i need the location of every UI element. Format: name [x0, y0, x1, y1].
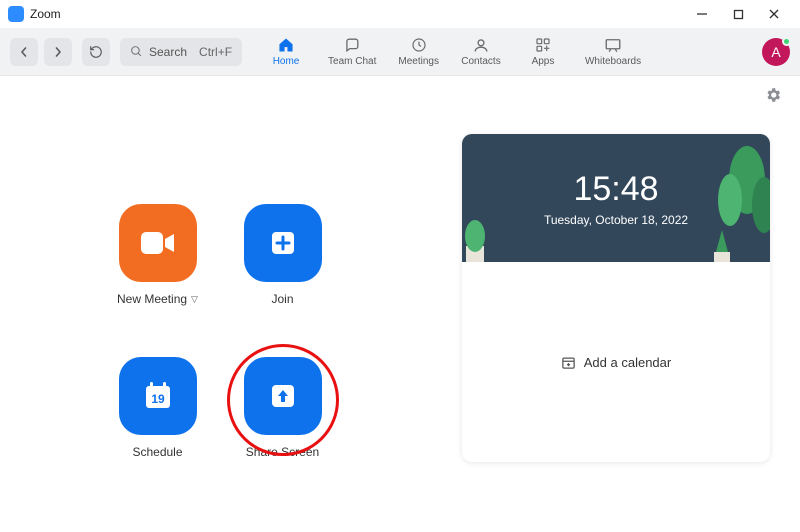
- contacts-icon: [472, 37, 490, 53]
- apps-icon: [534, 37, 552, 53]
- tab-apps[interactable]: Apps: [523, 37, 563, 67]
- clock-icon: [410, 37, 428, 53]
- chevron-down-icon[interactable]: ▽: [191, 294, 198, 305]
- schedule-label: Schedule: [132, 445, 182, 459]
- hero-banner: 15:48 Tuesday, October 18, 2022: [462, 134, 770, 262]
- plant-decoration-icon: [462, 216, 494, 262]
- plant-decoration-icon: [704, 224, 740, 262]
- history-button[interactable]: [82, 38, 110, 66]
- tab-meetings[interactable]: Meetings: [398, 37, 439, 67]
- calendar-day: 19: [151, 392, 165, 406]
- tab-contacts-label: Contacts: [461, 56, 500, 67]
- add-calendar-button[interactable]: Add a calendar: [561, 355, 671, 370]
- search-shortcut: Ctrl+F: [199, 45, 232, 59]
- search-placeholder: Search: [149, 45, 187, 59]
- home-icon: [277, 37, 295, 53]
- nav-back-button[interactable]: [10, 38, 38, 66]
- tab-team-chat[interactable]: Team Chat: [328, 37, 376, 67]
- gear-icon: [764, 86, 782, 104]
- avatar-initial: A: [771, 44, 780, 60]
- user-avatar[interactable]: A: [762, 38, 790, 66]
- settings-row: [0, 76, 800, 104]
- maximize-button[interactable]: [720, 3, 756, 25]
- main-content: New Meeting ▽ Join 19 Schedule Share Scr…: [0, 104, 800, 482]
- whiteboard-icon: [604, 37, 622, 53]
- share-screen-action[interactable]: Share Screen: [225, 357, 340, 462]
- calendar-icon: 19: [119, 357, 197, 435]
- plus-icon: [244, 204, 322, 282]
- minimize-button[interactable]: [684, 3, 720, 25]
- search-input[interactable]: Search Ctrl+F: [120, 38, 242, 66]
- schedule-action[interactable]: 19 Schedule: [100, 357, 215, 462]
- tab-whiteboards[interactable]: Whiteboards: [585, 37, 641, 67]
- chat-icon: [343, 37, 361, 53]
- window-title: Zoom: [30, 7, 61, 21]
- calendar-card: 15:48 Tuesday, October 18, 2022 Add a ca…: [462, 134, 770, 462]
- presence-indicator: [782, 37, 791, 46]
- calendar-plus-icon: [561, 355, 576, 370]
- add-calendar-label: Add a calendar: [584, 355, 671, 370]
- share-screen-icon: [244, 357, 322, 435]
- new-meeting-label: New Meeting: [117, 292, 187, 306]
- main-toolbar: Search Ctrl+F Home Team Chat Meetings: [0, 28, 800, 76]
- video-icon: [119, 204, 197, 282]
- new-meeting-action[interactable]: New Meeting ▽: [100, 204, 215, 309]
- actions-grid: New Meeting ▽ Join 19 Schedule Share Scr…: [100, 204, 340, 462]
- join-label: Join: [271, 292, 293, 306]
- nav-tabs: Home Team Chat Meetings Contacts Apps: [266, 37, 641, 67]
- calendar-body: Add a calendar: [462, 262, 770, 462]
- tab-whiteboards-label: Whiteboards: [585, 56, 641, 67]
- clock-time: 15:48: [573, 170, 658, 209]
- tab-team-chat-label: Team Chat: [328, 56, 376, 67]
- tab-apps-label: Apps: [532, 56, 555, 67]
- close-button[interactable]: [756, 3, 792, 25]
- tab-contacts[interactable]: Contacts: [461, 37, 501, 67]
- join-action[interactable]: Join: [225, 204, 340, 309]
- search-icon: [130, 45, 143, 58]
- clock-date: Tuesday, October 18, 2022: [544, 213, 688, 227]
- tab-home-label: Home: [273, 56, 300, 67]
- tab-meetings-label: Meetings: [398, 56, 439, 67]
- share-screen-label: Share Screen: [246, 445, 319, 459]
- settings-button[interactable]: [764, 86, 782, 104]
- zoom-app-icon: [8, 6, 24, 22]
- nav-forward-button[interactable]: [44, 38, 72, 66]
- tab-home[interactable]: Home: [266, 37, 306, 67]
- window-titlebar: Zoom: [0, 0, 800, 28]
